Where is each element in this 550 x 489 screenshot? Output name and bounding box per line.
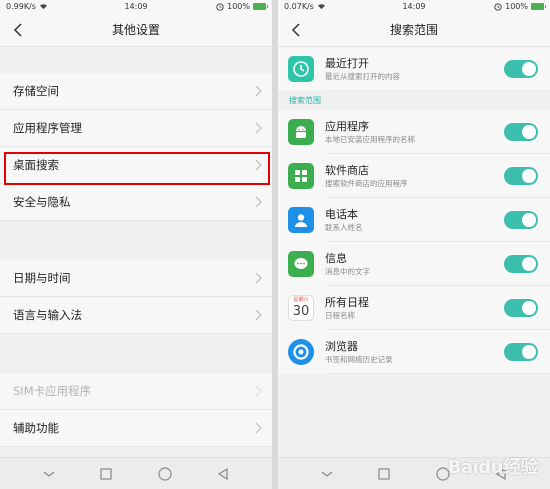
status-bar: 0.07K/s 14:09 100% xyxy=(278,0,550,13)
contacts-row[interactable]: 电话本 联系人姓名 xyxy=(278,198,550,242)
row-title: 软件商店 xyxy=(325,163,369,177)
row-subtitle: 联系人姓名 xyxy=(325,222,363,232)
battery-percent: 100% xyxy=(505,2,528,11)
messages-toggle[interactable] xyxy=(504,255,538,273)
menu-down-icon[interactable] xyxy=(321,470,333,478)
clock-icon xyxy=(288,56,314,82)
message-icon xyxy=(288,251,314,277)
android-icon xyxy=(288,119,314,145)
row-subtitle: 最近从搜索打开的内容 xyxy=(325,71,400,81)
title-bar: 其他设置 xyxy=(0,13,272,47)
recents-square-icon[interactable] xyxy=(100,467,112,480)
back-arrow-icon[interactable] xyxy=(288,21,306,39)
apps-toggle[interactable] xyxy=(504,123,538,141)
schedule-toggle[interactable] xyxy=(504,299,538,317)
row-title: 浏览器 xyxy=(325,339,358,353)
row-title: 所有日程 xyxy=(325,295,369,309)
row-title: 信息 xyxy=(325,251,347,265)
security-privacy-row[interactable]: 安全与隐私 xyxy=(0,184,272,221)
back-arrow-icon[interactable] xyxy=(10,21,28,39)
calendar-icon: 星期六 30 xyxy=(288,295,314,321)
row-subtitle: 搜索软件商店的应用程序 xyxy=(325,178,408,188)
row-title: 应用程序 xyxy=(325,119,369,133)
chevron-right-icon xyxy=(255,422,262,434)
chevron-right-icon xyxy=(255,85,262,97)
alarm-icon xyxy=(494,2,502,11)
chevron-right-icon xyxy=(255,309,262,321)
browser-toggle[interactable] xyxy=(504,343,538,361)
accessibility-row[interactable]: 辅助功能 xyxy=(0,410,272,447)
page-title: 其他设置 xyxy=(111,23,160,37)
row-subtitle: 书签和网络历史记录 xyxy=(325,354,393,364)
other-settings-screen: 0.99K/s 14:09 100% 其他设置 存储空间 应用程序管理 桌面搜索… xyxy=(0,0,272,489)
chevron-right-icon xyxy=(255,272,262,284)
highlight-box xyxy=(4,152,270,185)
row-title: 最近打开 xyxy=(325,56,369,70)
apps-row[interactable]: 应用程序 本地已安装应用程序的名称 xyxy=(278,110,550,154)
app-store-toggle[interactable] xyxy=(504,167,538,185)
settings-group-2: 日期与时间 语言与输入法 xyxy=(0,260,272,334)
chevron-right-icon xyxy=(255,196,262,208)
settings-group-3: SIM卡应用程序 辅助功能 xyxy=(0,373,272,447)
language-input-row[interactable]: 语言与输入法 xyxy=(0,297,272,334)
row-subtitle: 日程名称 xyxy=(325,310,355,320)
row-subtitle: 本地已安装应用程序的名称 xyxy=(325,134,415,144)
chevron-right-icon xyxy=(255,122,262,134)
row-title: 电话本 xyxy=(325,207,358,221)
home-circle-icon[interactable] xyxy=(158,466,172,481)
storage-row[interactable]: 存储空间 xyxy=(0,73,272,110)
sim-apps-row: SIM卡应用程序 xyxy=(0,373,272,410)
chevron-right-icon xyxy=(255,385,262,397)
page-title: 搜索范围 xyxy=(389,23,438,37)
browser-row[interactable]: 浏览器 书签和网络历史记录 xyxy=(278,330,550,374)
date-time-row[interactable]: 日期与时间 xyxy=(0,260,272,297)
menu-down-icon[interactable] xyxy=(43,470,55,478)
section-header: 搜索范围 xyxy=(278,91,550,110)
battery-percent: 100% xyxy=(227,2,250,11)
row-subtitle: 消息中的文字 xyxy=(325,266,370,276)
status-bar: 0.99K/s 14:09 100% xyxy=(0,0,272,13)
contacts-toggle[interactable] xyxy=(504,211,538,229)
nav-bar xyxy=(0,457,272,489)
recent-toggle[interactable] xyxy=(504,60,538,78)
search-scope-screen: 0.07K/s 14:09 100% 搜索范围 最近打开 最近从搜索打开的内容 … xyxy=(278,0,550,489)
back-triangle-icon[interactable] xyxy=(217,467,229,480)
browser-icon xyxy=(288,339,314,365)
watermark: Baidu经验 xyxy=(447,457,539,478)
recent-opened-row[interactable]: 最近打开 最近从搜索打开的内容 xyxy=(278,47,550,91)
app-store-icon xyxy=(288,163,314,189)
app-store-row[interactable]: 软件商店 搜索软件商店的应用程序 xyxy=(278,154,550,198)
contacts-icon xyxy=(288,207,314,233)
app-management-row[interactable]: 应用程序管理 xyxy=(0,110,272,147)
messages-row[interactable]: 信息 消息中的文字 xyxy=(278,242,550,286)
recents-square-icon[interactable] xyxy=(378,467,390,480)
schedule-row[interactable]: 星期六 30 所有日程 日程名称 xyxy=(278,286,550,330)
battery-icon xyxy=(253,3,268,10)
alarm-icon xyxy=(216,2,224,11)
title-bar: 搜索范围 xyxy=(278,13,550,47)
battery-icon xyxy=(531,3,546,10)
settings-group-1: 存储空间 应用程序管理 桌面搜索 安全与隐私 xyxy=(0,73,272,221)
